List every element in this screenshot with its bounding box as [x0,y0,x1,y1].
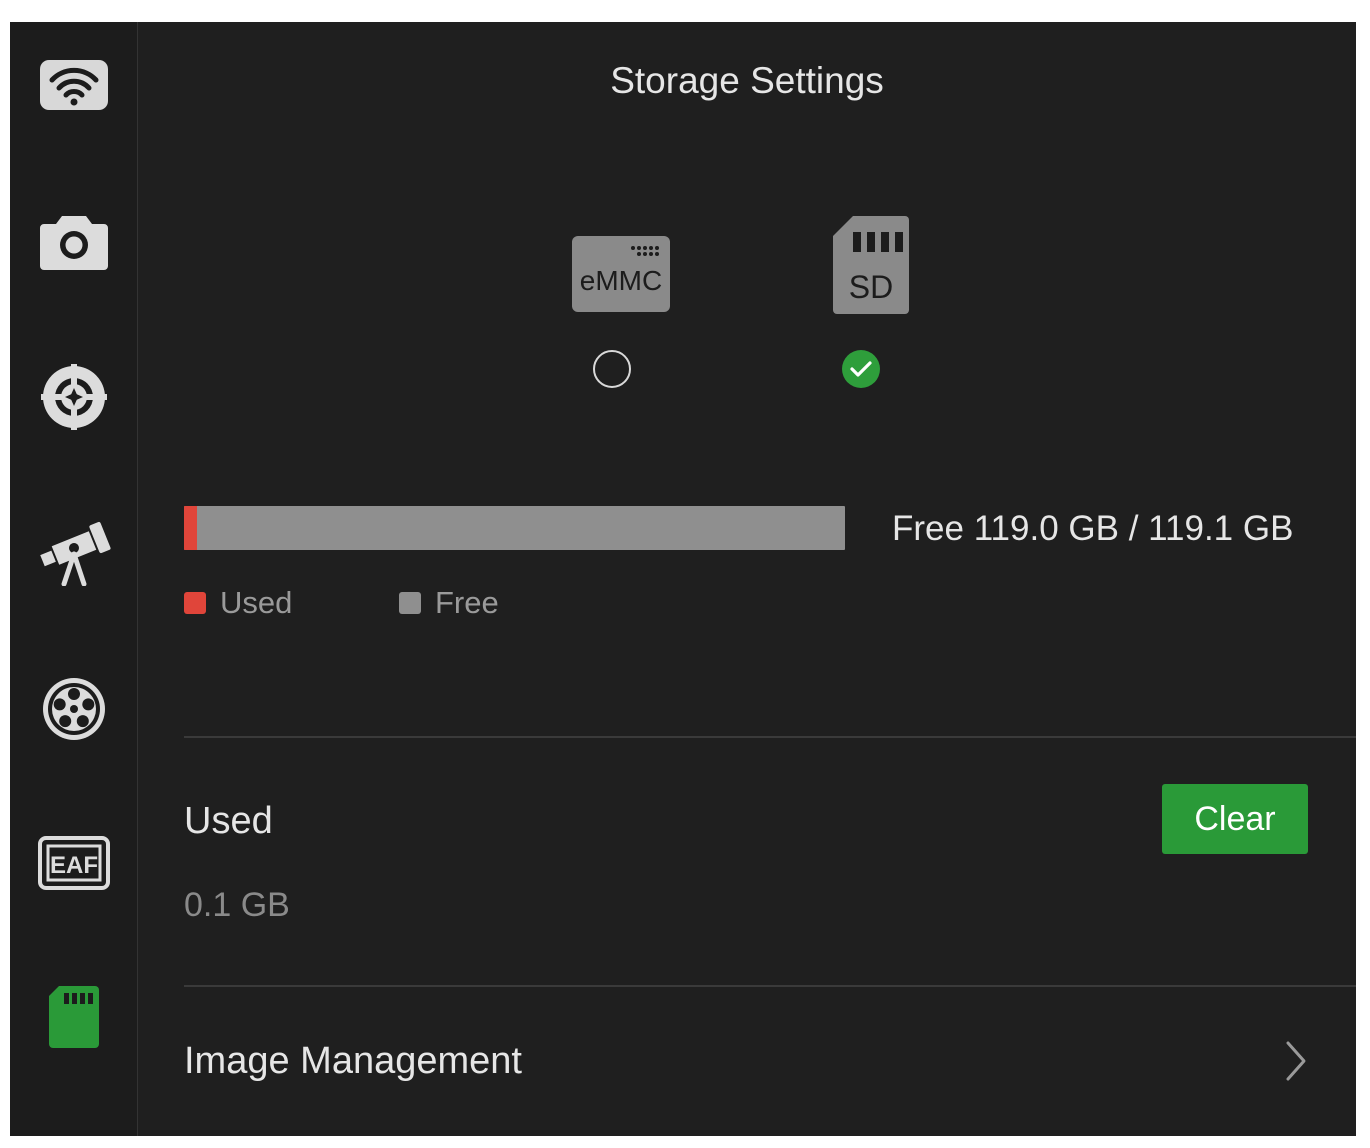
sidebar-item-camera[interactable] [10,185,137,295]
sidebar-item-wifi[interactable] [10,30,137,140]
chevron-right-icon [1286,1041,1306,1081]
telescope-icon [39,521,111,586]
used-value: 0.1 GB [184,886,290,924]
sidebar-item-eaf[interactable]: EAF [10,808,137,918]
storage-settings-screen: EAF Storage Settings eMMC SD Free 119.0 … [10,22,1356,1136]
sidebar-item-storage[interactable] [10,962,137,1072]
storage-usage-bar-used [184,506,198,550]
legend-free: Free [399,585,499,621]
sidebar-item-telescope[interactable] [10,498,137,608]
sd-radio-selected[interactable] [842,350,880,388]
sd-label: SD [849,269,893,305]
checkmark-icon [850,361,872,377]
sidebar-item-guiding[interactable] [10,342,137,452]
crosshair-icon [40,364,107,430]
eaf-icon-label: EAF [50,852,98,879]
sd-card-option-icon: SD [833,216,909,314]
divider [184,736,1356,738]
image-management-label: Image Management [184,1040,522,1082]
legend-free-swatch [399,592,421,614]
storage-option-sd[interactable]: SD [831,214,951,404]
camera-icon [39,216,108,270]
storage-option-emmc[interactable]: eMMC [571,232,691,422]
sd-card-icon [48,986,99,1048]
page-title: Storage Settings [610,60,884,101]
used-label: Used [184,800,273,842]
sidebar: EAF [10,22,138,1136]
legend-used-label: Used [220,585,293,620]
eaf-focuser-icon: EAF [37,836,110,890]
legend-free-label: Free [435,585,499,620]
filter-wheel-icon [42,678,105,740]
wifi-icon [39,60,108,110]
emmc-card-icon: eMMC [572,236,670,312]
storage-usage-bar [184,506,845,550]
image-management-row[interactable]: Image Management [184,1022,1356,1106]
sidebar-item-filter-wheel[interactable] [10,654,137,764]
main-panel: Storage Settings eMMC SD Free 119.0 GB /… [138,22,1356,1136]
free-space-summary: Free 119.0 GB / 119.1 GB [892,509,1294,548]
legend-used-swatch [184,592,206,614]
clear-button[interactable]: Clear [1162,784,1308,854]
emmc-label: eMMC [580,265,662,296]
emmc-radio[interactable] [593,350,631,388]
legend-used: Used [184,585,292,621]
divider [184,985,1356,987]
